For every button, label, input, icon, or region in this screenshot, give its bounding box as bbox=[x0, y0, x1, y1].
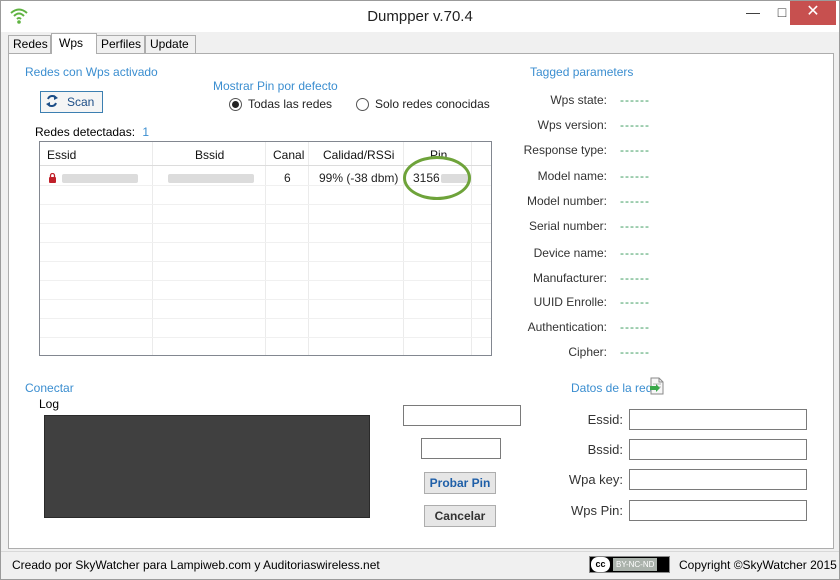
datos-de-la-red-title: Datos de la red bbox=[571, 381, 653, 395]
param-value-serial-number: ------ bbox=[620, 219, 650, 233]
param-value-wps-state: ------ bbox=[620, 93, 650, 107]
canal-cell: 6 bbox=[284, 171, 291, 185]
bssid-field-label: Bssid: bbox=[587, 442, 623, 457]
param-label-model-number: Model number: bbox=[526, 194, 607, 208]
scan-button[interactable]: Scan bbox=[40, 91, 103, 113]
param-value-manufacturer: ------ bbox=[620, 271, 650, 285]
redacted-essid bbox=[62, 174, 138, 184]
pin-input-bottom[interactable] bbox=[421, 438, 501, 459]
calidad-cell: 99% (-38 dbm) bbox=[319, 171, 399, 185]
param-value-authentication: ------ bbox=[620, 320, 650, 334]
lock-icon bbox=[48, 172, 57, 186]
export-document-icon[interactable] bbox=[649, 377, 665, 398]
param-value-response-type: ------ bbox=[620, 143, 650, 157]
tab-update[interactable]: Update bbox=[145, 35, 196, 54]
bssid-field[interactable] bbox=[629, 439, 807, 460]
param-label-response-type: Response type: bbox=[523, 143, 607, 157]
bssid-cell bbox=[168, 171, 254, 185]
tab-redes[interactable]: Redes bbox=[8, 35, 51, 54]
param-label-manufacturer: Manufacturer: bbox=[532, 271, 607, 285]
cc-license-text: BY-NC-ND bbox=[613, 558, 658, 571]
tagged-parameters-title: Tagged parameters bbox=[530, 65, 634, 79]
section-title-wps: Redes con Wps activado bbox=[25, 65, 158, 79]
wps-pin-field[interactable] bbox=[629, 500, 807, 521]
param-label-wps-state: Wps state: bbox=[550, 93, 607, 107]
param-label-model-name: Model name: bbox=[537, 169, 607, 183]
wps-pin-field-label: Wps Pin: bbox=[570, 503, 623, 518]
credit-text: Creado por SkyWatcher para Lampiweb.com … bbox=[12, 558, 380, 572]
app-window: Dumpper v.70.4 — □ ✕ Redes Wps Perfiles … bbox=[0, 0, 840, 580]
redacted-bssid bbox=[168, 174, 254, 184]
tab-wps[interactable]: Wps bbox=[51, 33, 97, 54]
param-label-device-name: Device name: bbox=[533, 246, 607, 260]
log-output[interactable] bbox=[44, 415, 370, 518]
param-value-device-name: ------ bbox=[620, 246, 650, 260]
copyright-text: Copyright ©SkyWatcher 2015 bbox=[679, 558, 837, 572]
essid-field-label: Essid: bbox=[587, 412, 623, 427]
close-button[interactable]: ✕ bbox=[790, 1, 836, 25]
param-label-authentication: Authentication: bbox=[527, 320, 607, 334]
essid-cell bbox=[62, 171, 138, 185]
param-label-wps-version: Wps version: bbox=[537, 118, 607, 132]
minimize-button[interactable]: — bbox=[738, 1, 768, 25]
radio-unselected-icon bbox=[356, 97, 369, 111]
param-value-wps-version: ------ bbox=[620, 118, 650, 132]
wpa-key-field-label: Wpa key: bbox=[568, 472, 623, 487]
param-value-model-name: ------ bbox=[620, 169, 650, 183]
param-label-cipher: Cipher: bbox=[568, 345, 607, 359]
column-header-essid[interactable]: Essid bbox=[47, 148, 76, 162]
pin-input-top[interactable] bbox=[403, 405, 521, 426]
cc-license-badge[interactable]: cc BY-NC-ND bbox=[589, 556, 670, 573]
param-label-serial-number: Serial number: bbox=[528, 219, 607, 233]
tab-perfiles[interactable]: Perfiles bbox=[96, 35, 145, 54]
status-bar: Creado por SkyWatcher para Lampiweb.com … bbox=[1, 551, 839, 579]
detected-networks-label: Redes detectadas: 1 bbox=[35, 125, 150, 139]
param-label-uuid-enrolle: UUID Enrolle: bbox=[533, 295, 607, 309]
log-label: Log bbox=[39, 397, 60, 411]
probar-pin-button[interactable]: Probar Pin bbox=[424, 472, 496, 494]
radio-label: Todas las redes bbox=[248, 97, 333, 111]
essid-field[interactable] bbox=[629, 409, 807, 430]
cc-icon: cc bbox=[591, 557, 610, 572]
pin-group-title: Mostrar Pin por defecto bbox=[213, 79, 338, 93]
detected-count: 1 bbox=[142, 125, 150, 139]
window-title: Dumpper v.70.4 bbox=[367, 8, 473, 25]
refresh-icon bbox=[45, 94, 59, 111]
column-header-calidad[interactable]: Calidad/RSSi bbox=[323, 148, 394, 162]
param-value-model-number: ------ bbox=[620, 194, 650, 208]
title-bar: Dumpper v.70.4 — □ ✕ bbox=[1, 1, 839, 32]
radio-todas-las-redes[interactable]: Todas las redes bbox=[229, 97, 332, 111]
column-header-canal[interactable]: Canal bbox=[273, 148, 304, 162]
scan-label: Scan bbox=[67, 95, 95, 109]
cancelar-button[interactable]: Cancelar bbox=[424, 505, 496, 527]
column-header-bssid[interactable]: Bssid bbox=[195, 148, 224, 162]
param-value-uuid-enrolle: ------ bbox=[620, 295, 650, 309]
param-value-cipher: ------ bbox=[620, 345, 650, 359]
radio-selected-icon bbox=[229, 97, 242, 111]
wpa-key-field[interactable] bbox=[629, 469, 807, 490]
conectar-title: Conectar bbox=[25, 381, 74, 395]
